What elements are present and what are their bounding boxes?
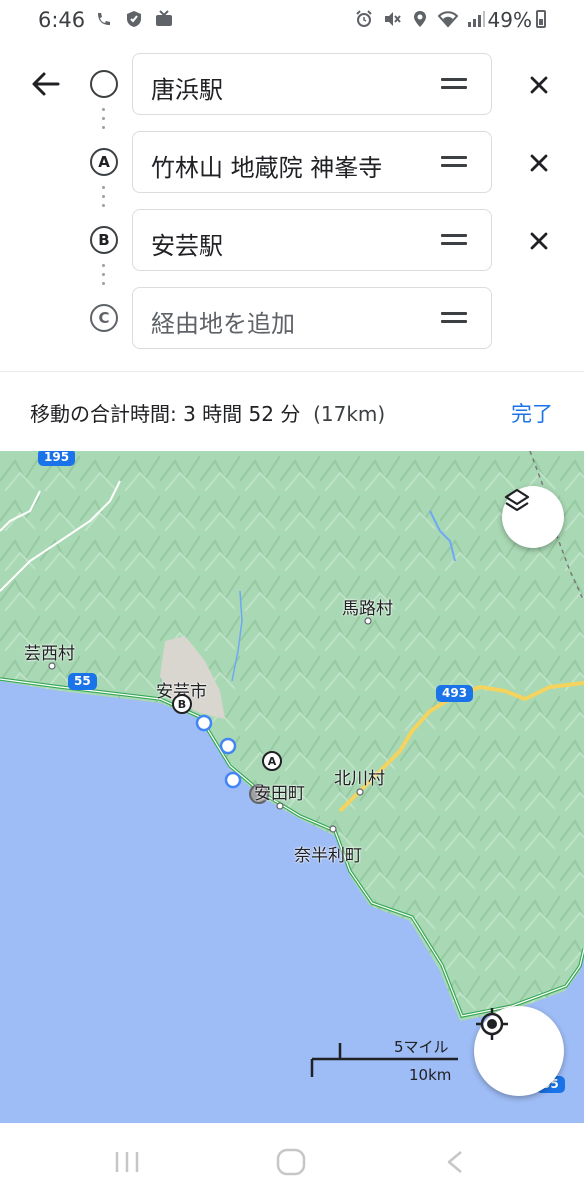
origin-circle-icon	[90, 70, 118, 98]
status-right-icons	[354, 9, 486, 29]
map-pin-a[interactable]: A	[262, 751, 282, 771]
marker-b-icon: B	[90, 226, 118, 254]
drag-handle-icon[interactable]	[441, 312, 467, 324]
place-label-yasuda: 安田町	[254, 784, 305, 804]
route-shield-55: 55	[68, 673, 97, 690]
layers-button[interactable]	[502, 486, 564, 548]
back-nav-icon[interactable]	[444, 1149, 466, 1175]
my-location-button[interactable]	[474, 1006, 564, 1096]
divider	[0, 371, 584, 372]
marker-a-icon: A	[90, 148, 118, 176]
remove-stop-b-button[interactable]	[526, 228, 552, 254]
route-shield-493: 493	[436, 685, 474, 702]
battery-percent: 49%	[487, 8, 532, 32]
tv-icon	[156, 10, 172, 26]
drag-handle-icon[interactable]	[441, 234, 467, 246]
stop-a-text: 竹林山 地蔵院 神峯寺	[151, 154, 383, 182]
alarm-icon	[356, 10, 372, 27]
map-pin-b[interactable]: B	[172, 694, 192, 714]
stop-field-b[interactable]: 安芸駅	[132, 209, 492, 271]
place-label-kitagawa: 北川村	[334, 769, 385, 789]
wifi-calling-icon	[98, 13, 110, 25]
scale-label-miles: 5マイル	[394, 1038, 449, 1056]
layers-icon	[504, 488, 530, 512]
location-icon	[414, 11, 426, 27]
battery-icon	[536, 10, 546, 28]
marker-c-icon: C	[90, 304, 118, 332]
drag-handle-icon[interactable]	[441, 78, 467, 90]
add-stop-field[interactable]: 経由地を追加	[132, 287, 492, 349]
stop-field-origin[interactable]: 唐浜駅	[132, 53, 492, 115]
shield-icon	[127, 11, 141, 27]
place-label-nahari: 奈半利町	[294, 846, 362, 866]
stop-field-a[interactable]: 竹林山 地蔵院 神峯寺	[132, 131, 492, 193]
total-time-text: 移動の合計時間: 3 時間 52 分	[30, 402, 301, 426]
done-button[interactable]: 完了	[511, 398, 553, 428]
signal-icon	[468, 11, 485, 27]
crosshair-icon	[476, 1008, 508, 1040]
status-time: 6:46	[38, 8, 86, 32]
place-label-geisei: 芸西村	[24, 644, 75, 664]
status-left-icons	[94, 9, 174, 29]
stop-b-text: 安芸駅	[151, 232, 223, 260]
connector-dots	[102, 186, 106, 213]
scale-label-km: 10km	[409, 1066, 452, 1084]
connector-dots	[102, 264, 106, 291]
wifi-icon	[438, 11, 458, 28]
remove-stop-origin-button[interactable]	[526, 72, 552, 98]
route-shield-195: 195	[38, 451, 76, 466]
recent-apps-icon[interactable]	[112, 1149, 142, 1175]
drag-handle-icon[interactable]	[441, 156, 467, 168]
connector-dots	[102, 108, 106, 135]
status-bar: 6:46 49%	[0, 0, 584, 40]
stop-origin-text: 唐浜駅	[151, 76, 223, 104]
mute-icon	[385, 12, 401, 26]
remove-stop-a-button[interactable]	[526, 150, 552, 176]
navigation-bar	[0, 1123, 584, 1200]
place-label-umaji: 馬路村	[342, 599, 393, 619]
total-distance-text: (17km)	[313, 402, 386, 426]
map-view[interactable]: 馬路村 芸西村 安芸市 北川村 安田町 奈半利町 195 55 493 55 B…	[0, 451, 584, 1123]
add-stop-placeholder: 経由地を追加	[151, 310, 295, 338]
back-arrow-icon[interactable]	[28, 66, 64, 102]
trip-summary: 移動の合計時間: 3 時間 52 分 (17km)	[30, 398, 385, 427]
home-icon[interactable]	[274, 1147, 308, 1177]
